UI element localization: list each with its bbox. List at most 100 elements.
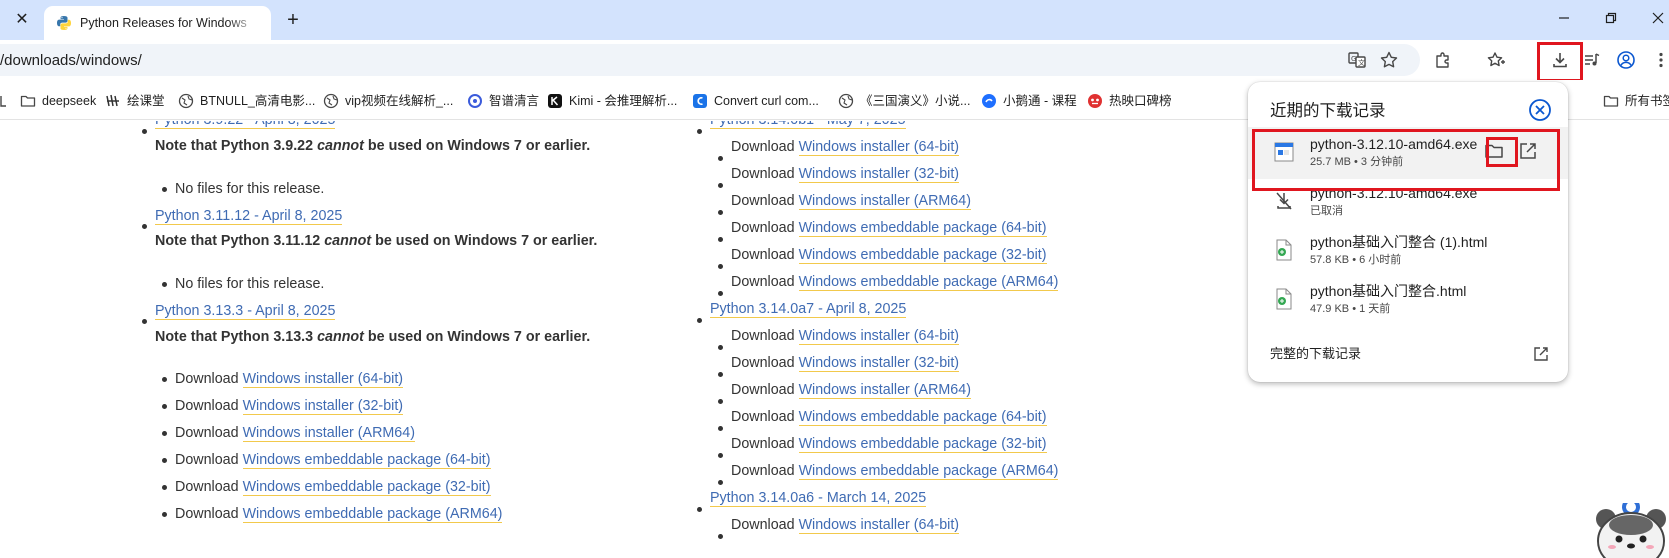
download-label: Download	[731, 139, 799, 155]
python-favicon-icon	[56, 15, 72, 31]
release-link[interactable]: Python 3.9.22 - April 8, 2025	[155, 121, 336, 129]
download-row: Download Windows installer (32-bit)	[175, 396, 404, 416]
bookmark-label: deepseek	[42, 94, 97, 108]
download-label: Download	[175, 371, 243, 387]
file-link[interactable]: Windows installer (ARM64)	[242, 425, 415, 442]
file-link[interactable]: Windows installer (32-bit)	[798, 166, 960, 183]
file-link[interactable]: Windows embeddable package (64-bit)	[798, 220, 1047, 237]
translate-icon[interactable]: G文	[1347, 50, 1367, 70]
bookmark-vip-video[interactable]: vip视频在线解析_...	[323, 92, 453, 110]
mascot-avatar[interactable]	[1592, 498, 1669, 558]
file-link[interactable]: Windows embeddable package (ARM64)	[242, 506, 503, 523]
bookmark-btnull[interactable]: BTNULL_高清电影...	[178, 92, 315, 110]
release-link[interactable]: Python 3.14.0a7 - April 8, 2025	[710, 301, 907, 318]
bookmark-xiaoetong[interactable]: 小鹅通 - 课程	[981, 92, 1077, 110]
release-link[interactable]: Python 3.13.3 - April 8, 2025	[155, 303, 336, 320]
folder-button-highlight	[1486, 137, 1518, 167]
release-3-14-0a6: Python 3.14.0a6 - March 14, 2025	[710, 488, 927, 508]
bookmark-label: Convert curl com...	[714, 94, 819, 108]
file-link[interactable]: Windows installer (64-bit)	[798, 517, 960, 534]
download-meta: 已取消	[1310, 205, 1343, 217]
release-link[interactable]: Python 3.14.0a6 - March 14, 2025	[710, 490, 927, 507]
full-download-history-link[interactable]: 完整的下载记录	[1270, 345, 1361, 363]
profile-avatar-icon[interactable]	[1616, 50, 1636, 70]
bullet	[718, 453, 723, 458]
file-link[interactable]: Windows installer (64-bit)	[242, 371, 404, 388]
address-url[interactable]: /downloads/windows/	[0, 52, 142, 70]
toolbar: /downloads/windows/ G文	[0, 40, 1669, 80]
bullet	[162, 458, 167, 463]
favorites-icon[interactable]	[1486, 50, 1506, 70]
downloads-heading: 近期的下载记录	[1270, 102, 1386, 120]
bullet	[718, 291, 723, 296]
download-item[interactable]: python基础入门整合 (1).html 57.8 KB • 6 小时前	[1248, 225, 1568, 277]
bullet	[162, 404, 167, 409]
bookmark-label: 热映口碑榜 -	[1109, 94, 1171, 108]
file-link[interactable]: Windows installer (ARM64)	[798, 193, 971, 210]
restore-icon[interactable]	[1600, 9, 1622, 31]
file-link[interactable]: Windows installer (32-bit)	[798, 355, 960, 372]
bookmark-huiketang[interactable]: 绘课堂	[105, 92, 165, 110]
file-link[interactable]: Windows embeddable package (ARM64)	[798, 463, 1059, 480]
all-bookmarks[interactable]: 所有书签	[1603, 92, 1669, 110]
download-row: Download Windows installer (64-bit)	[731, 515, 960, 535]
all-bookmarks-label: 所有书签	[1625, 94, 1669, 108]
download-label: Download	[731, 382, 799, 398]
file-link[interactable]: Windows installer (32-bit)	[242, 398, 404, 415]
close-tab-icon[interactable]: ✕	[12, 10, 32, 30]
download-row: Download Windows installer (ARM64)	[731, 191, 971, 211]
globe-icon	[323, 93, 339, 109]
note-emphasis: cannot	[324, 233, 372, 249]
bookmark-reying[interactable]: 热映口碑榜 -	[1087, 92, 1171, 110]
no-files-text: No files for this release.	[175, 181, 325, 197]
file-link[interactable]: Windows embeddable package (32-bit)	[798, 436, 1047, 453]
bookmark-item[interactable]	[0, 92, 16, 110]
downloads-panel: 近期的下载记录 python-3.12.10-amd64.exe 25.7 MB…	[1248, 82, 1568, 382]
media-control-icon[interactable]	[1582, 50, 1602, 70]
folder-partial-icon	[0, 93, 6, 109]
open-external-icon[interactable]	[1532, 345, 1550, 363]
close-circle-icon[interactable]	[1528, 98, 1552, 122]
file-link[interactable]: Windows installer (64-bit)	[798, 328, 960, 345]
menu-kebab-icon[interactable]	[1651, 50, 1669, 70]
note-emphasis: cannot	[317, 329, 364, 345]
bullet	[718, 534, 723, 539]
file-link[interactable]: Windows embeddable package (ARM64)	[798, 274, 1059, 291]
bookmark-star-icon[interactable]	[1379, 50, 1399, 70]
file-link[interactable]: Windows embeddable package (64-bit)	[798, 409, 1047, 426]
douban-icon	[1087, 93, 1103, 109]
bookmark-kimi[interactable]: Kimi - 会推理解析...	[547, 92, 677, 110]
bookmark-label: Kimi - 会推理解析...	[569, 94, 678, 108]
bookmark-convert-curl[interactable]: Convert curl com...	[692, 92, 819, 110]
download-label: Download	[731, 409, 799, 425]
download-row: Download Windows installer (64-bit)	[731, 137, 960, 157]
bookmark-sanguo[interactable]: 《三国演义》小说...	[838, 92, 970, 110]
file-link[interactable]: Windows embeddable package (64-bit)	[242, 452, 491, 469]
file-link[interactable]: Windows installer (64-bit)	[798, 139, 960, 156]
release-link[interactable]: Python 3.14.0b1 - May 7, 2025	[710, 121, 906, 129]
download-row: Download Windows embeddable package (ARM…	[731, 461, 1059, 481]
release-link[interactable]: Python 3.11.12 - April 8, 2025	[155, 208, 343, 225]
address-bar[interactable]: /downloads/windows/	[0, 44, 1420, 76]
note-text: be used on Windows 7 or earlier.	[363, 138, 591, 154]
bullet	[718, 183, 723, 188]
minimize-icon[interactable]	[1553, 9, 1575, 31]
download-row: Download Windows installer (64-bit)	[175, 369, 404, 389]
file-link[interactable]: Windows embeddable package (32-bit)	[798, 247, 1047, 264]
new-tab-button[interactable]: +	[282, 9, 304, 31]
extensions-icon[interactable]	[1433, 50, 1453, 70]
bookmark-zhipu[interactable]: 智谱清言	[467, 92, 539, 110]
close-window-icon[interactable]	[1647, 9, 1669, 31]
download-item[interactable]: python基础入门整合.html 47.9 KB • 1 天前	[1248, 274, 1568, 326]
bookmark-deepseek[interactable]: deepseek	[20, 92, 96, 110]
tab-python-releases[interactable]: Python Releases for Windows	[44, 6, 271, 40]
bullet	[697, 129, 702, 134]
file-link[interactable]: Windows installer (ARM64)	[798, 382, 971, 399]
svg-text:G: G	[1351, 55, 1356, 63]
globe-icon	[178, 93, 194, 109]
release-note: Note that Python 3.9.22 cannot be used o…	[155, 136, 590, 156]
download-label: Download	[731, 355, 799, 371]
file-link[interactable]: Windows embeddable package (32-bit)	[242, 479, 491, 496]
download-row: Download Windows embeddable package (ARM…	[175, 504, 503, 524]
bullet	[142, 319, 147, 324]
